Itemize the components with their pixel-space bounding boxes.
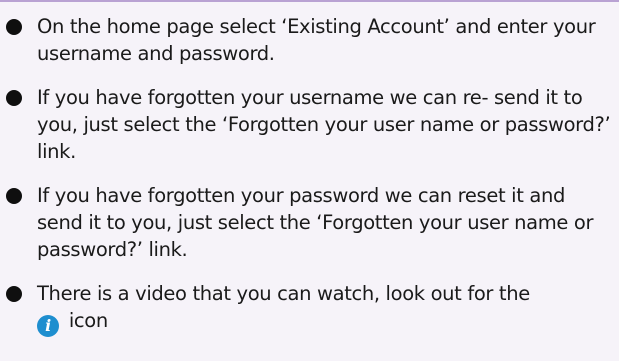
item-text: If you have forgotten your password we c… <box>37 184 594 261</box>
list-item: If you have forgotten your password we c… <box>0 182 619 263</box>
bullet-icon <box>6 188 22 204</box>
list-item: If you have forgotten your username we c… <box>0 84 619 165</box>
bullet-icon <box>6 19 22 35</box>
item-text: On the home page select ‘Existing Accoun… <box>37 15 596 65</box>
instruction-list: On the home page select ‘Existing Accoun… <box>0 13 619 354</box>
item-suffix-text: icon <box>68 309 108 332</box>
bullet-icon <box>6 90 22 106</box>
info-icon: i <box>37 315 59 337</box>
list-item: On the home page select ‘Existing Accoun… <box>0 13 619 67</box>
item-text: There is a video that you can watch, loo… <box>37 282 530 305</box>
bullet-icon <box>6 286 22 302</box>
list-item: There is a video that you can watch, loo… <box>0 280 619 337</box>
item-text: If you have forgotten your username we c… <box>37 86 611 163</box>
top-border <box>0 0 619 2</box>
